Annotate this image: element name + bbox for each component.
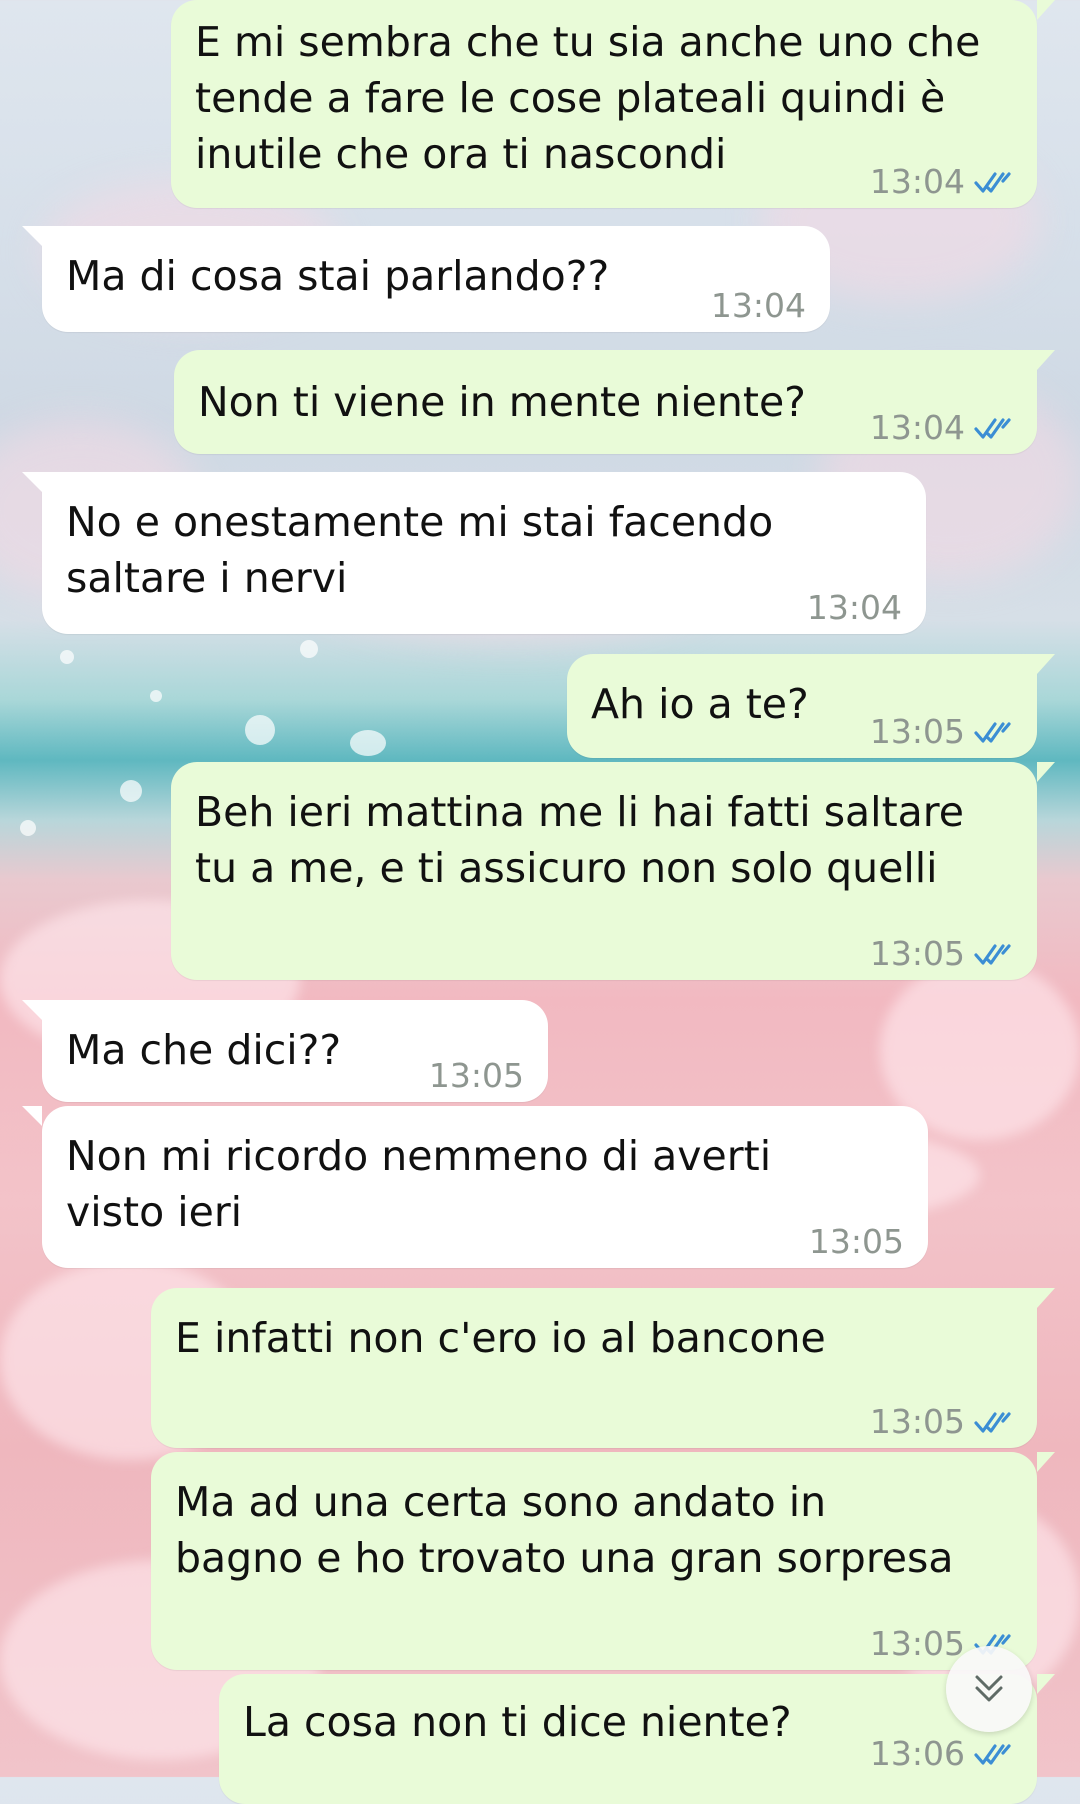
message-bubble-outgoing[interactable]: E infatti non c'ero io al bancone 13:05 [151, 1288, 1055, 1448]
message-meta: 13:06 [870, 1734, 1013, 1774]
message-text: E infatti non c'ero io al bancone [175, 1314, 826, 1362]
message-meta: 13:05 [870, 712, 1013, 752]
double-check-icon [974, 418, 1011, 439]
message-meta: 13:05 [429, 1056, 524, 1096]
message-time: 13:05 [428, 1056, 524, 1095]
double-check-icon [974, 172, 1011, 193]
message-bubble-outgoing[interactable]: Ah io a te? 13:05 [567, 654, 1055, 758]
message-text: Non ti viene in mente niente? [198, 378, 806, 426]
message-text: Ma di cosa stai parlando?? [66, 252, 610, 300]
double-chevron-down-icon [975, 1675, 1003, 1702]
double-check-icon [974, 1744, 1011, 1765]
message-meta: 13:04 [870, 162, 1013, 202]
message-meta: 13:04 [807, 588, 902, 628]
message-time: 13:04 [869, 408, 965, 447]
message-time: 13:04 [806, 588, 902, 627]
message-text: Beh ieri mattina me li hai fatti saltare… [195, 788, 964, 892]
message-meta: 13:05 [809, 1222, 904, 1262]
message-time: 13:06 [869, 1734, 965, 1773]
message-time: 13:05 [869, 934, 965, 973]
message-time: 13:05 [869, 1624, 965, 1663]
message-time: 13:05 [869, 1402, 965, 1441]
message-meta: 13:05 [870, 934, 1013, 974]
message-text: Non mi ricordo nemmeno di averti visto i… [66, 1132, 772, 1236]
message-bubble-outgoing[interactable]: La cosa non ti dice niente? 13:06 [219, 1674, 1055, 1804]
double-check-icon [974, 722, 1011, 743]
message-time: 13:05 [808, 1222, 904, 1261]
message-text: E mi sembra che tu sia anche uno che ten… [195, 18, 981, 178]
message-time: 13:05 [869, 712, 965, 751]
message-time: 13:04 [869, 162, 965, 201]
message-meta: 13:05 [870, 1402, 1013, 1442]
message-text: Ah io a te? [591, 680, 809, 728]
double-check-icon [974, 1412, 1011, 1433]
message-bubble-outgoing[interactable]: Beh ieri mattina me li hai fatti saltare… [171, 762, 1055, 980]
message-bubble-incoming[interactable]: No e onestamente mi stai facendo saltare… [22, 472, 926, 634]
message-bubble-outgoing[interactable]: E mi sembra che tu sia anche uno che ten… [171, 0, 1055, 208]
message-time: 13:04 [710, 286, 806, 325]
message-bubble-incoming[interactable]: Ma che dici?? 13:05 [22, 1000, 548, 1102]
message-bubble-outgoing[interactable]: Ma ad una certa sono andato in bagno e h… [151, 1452, 1055, 1670]
message-text: La cosa non ti dice niente? [243, 1698, 792, 1746]
message-bubble-incoming[interactable]: Non mi ricordo nemmeno di averti visto i… [22, 1106, 928, 1268]
message-text: Ma che dici?? [66, 1026, 342, 1074]
message-meta: 13:04 [870, 408, 1013, 448]
scroll-to-bottom-button[interactable] [946, 1646, 1032, 1732]
message-text: Ma ad una certa sono andato in bagno e h… [175, 1478, 954, 1582]
message-bubble-outgoing[interactable]: Non ti viene in mente niente? 13:04 [174, 350, 1055, 454]
message-text: No e onestamente mi stai facendo saltare… [66, 498, 774, 602]
message-bubble-incoming[interactable]: Ma di cosa stai parlando?? 13:04 [22, 226, 830, 332]
message-meta: 13:04 [711, 286, 806, 326]
double-check-icon [974, 944, 1011, 965]
